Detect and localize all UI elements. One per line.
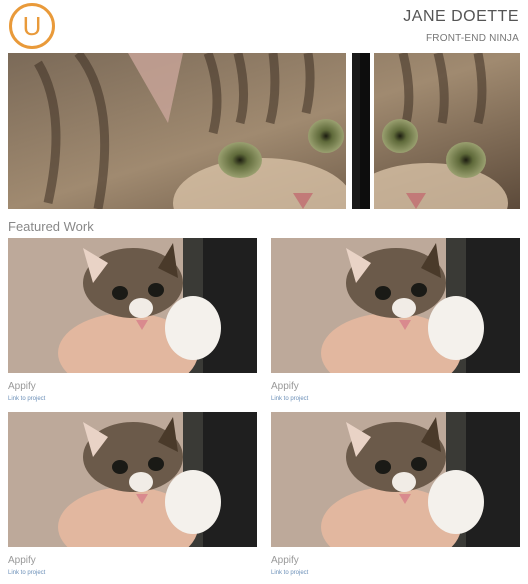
hero-image bbox=[8, 53, 520, 209]
project-card[interactable]: Appify Link to project bbox=[271, 412, 520, 576]
project-link[interactable]: Link to project bbox=[271, 396, 520, 402]
project-card[interactable]: Appify Link to project bbox=[271, 238, 520, 402]
project-name: Appify bbox=[8, 555, 36, 566]
project-name: Appify bbox=[8, 381, 36, 392]
site-owner-name: JANE DOETTE bbox=[403, 8, 519, 25]
project-thumbnail[interactable] bbox=[271, 238, 520, 373]
project-thumbnail[interactable] bbox=[8, 412, 257, 547]
project-card[interactable]: Appify Link to project bbox=[8, 238, 257, 402]
project-link[interactable]: Link to project bbox=[8, 396, 257, 402]
featured-work-heading: Featured Work bbox=[8, 219, 94, 234]
project-thumbnail[interactable] bbox=[271, 412, 520, 547]
project-name: Appify bbox=[271, 381, 299, 392]
project-thumbnail[interactable] bbox=[8, 238, 257, 373]
site-owner-title: FRONT-END NINJA bbox=[426, 33, 519, 44]
project-link[interactable]: Link to project bbox=[271, 570, 520, 576]
project-link[interactable]: Link to project bbox=[8, 570, 257, 576]
project-name: Appify bbox=[271, 555, 299, 566]
logo: U bbox=[9, 3, 55, 49]
project-card[interactable]: Appify Link to project bbox=[8, 412, 257, 576]
logo-letter: U bbox=[22, 11, 42, 41]
